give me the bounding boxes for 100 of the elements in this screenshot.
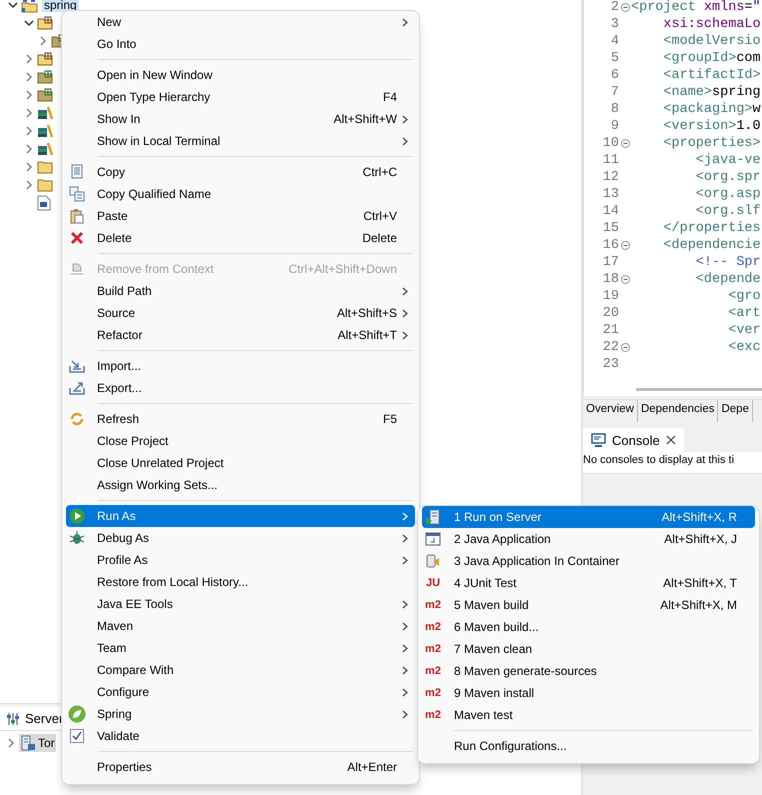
expand-chevron-icon[interactable] <box>24 162 34 172</box>
menu-item[interactable]: Delete Delete <box>66 227 415 249</box>
menu-item[interactable]: Properties Alt+Enter <box>66 756 415 778</box>
menu-item[interactable]: Show in Local Terminal <box>66 130 415 152</box>
expand-chevron-icon[interactable] <box>6 738 16 748</box>
fold-toggle-icon[interactable] <box>620 343 630 352</box>
library-books-icon <box>37 124 53 138</box>
editor-tab[interactable]: Overview <box>583 400 638 422</box>
code-line: <project xmlns=" <box>631 0 761 15</box>
expand-chevron-icon[interactable] <box>24 126 34 136</box>
menu-item[interactable]: Import... <box>66 355 415 377</box>
tree-item[interactable]: spring <box>42 0 79 12</box>
menu-item[interactable]: m2 9 Maven install <box>422 682 755 704</box>
menu-item[interactable]: New <box>66 11 415 33</box>
package-folder-icon <box>37 52 53 66</box>
code-line: <java-ve <box>694 153 761 168</box>
line-number: 13 <box>602 187 619 202</box>
menu-item[interactable]: Copy Qualified Name <box>66 183 415 205</box>
project-folder-icon <box>21 0 39 13</box>
menu-item[interactable]: Export... <box>66 377 415 399</box>
menu-item[interactable]: Run Configurations... <box>422 735 755 757</box>
menu-item[interactable]: Java EE Tools <box>66 593 415 615</box>
menu-item[interactable]: 3 Java Application In Container <box>422 550 755 572</box>
container-icon <box>425 553 441 569</box>
menu-item[interactable]: Go Into <box>66 33 415 55</box>
server-icon <box>20 735 36 751</box>
window-icon <box>425 531 441 547</box>
line-number: 20 <box>602 306 619 321</box>
line-number: 15 <box>602 221 619 236</box>
line-number: 7 <box>610 85 619 100</box>
collapse-chevron-icon[interactable] <box>8 0 18 10</box>
console-tab[interactable]: Console <box>583 428 684 452</box>
delete-icon <box>70 231 84 245</box>
menu-item[interactable]: Profile As <box>66 549 415 571</box>
menu-item[interactable]: Close Unrelated Project <box>66 452 415 474</box>
expand-chevron-icon[interactable] <box>24 90 34 100</box>
code-line: <version>1.0 <box>662 119 761 134</box>
server-item[interactable]: Tor <box>19 734 56 752</box>
menu-item[interactable]: Close Project <box>66 430 415 452</box>
menu-item[interactable]: Assign Working Sets... <box>66 474 415 496</box>
line-number: 5 <box>610 51 619 66</box>
line-number: 10 <box>602 136 619 151</box>
line-number: 19 <box>602 289 619 304</box>
menu-item[interactable]: Open Type Hierarchy F4 <box>66 86 415 108</box>
menu-item[interactable]: Refactor Alt+Shift+T <box>66 324 415 346</box>
code-line: <artifactId> <box>662 68 761 83</box>
code-line: <gro <box>727 289 761 304</box>
menu-item[interactable]: Open in New Window <box>66 64 415 86</box>
expand-chevron-icon[interactable] <box>24 54 34 64</box>
code-line: <packaging>w <box>662 102 761 117</box>
editor-tab[interactable]: Depe <box>718 400 753 422</box>
collapse-chevron-icon[interactable] <box>24 18 34 28</box>
line-number: 4 <box>610 34 619 49</box>
menu-item[interactable]: Run As <box>66 505 415 527</box>
expand-chevron-icon[interactable] <box>24 180 34 190</box>
menu-item[interactable]: 2 Java Application Alt+Shift+X, J <box>422 528 755 550</box>
menu-item[interactable]: Maven <box>66 615 415 637</box>
folder-icon <box>37 160 53 174</box>
code-line: <groupId>com <box>662 51 761 66</box>
expand-chevron-icon[interactable] <box>24 72 34 82</box>
menu-item[interactable]: Source Alt+Shift+S <box>66 302 415 324</box>
menu-item[interactable]: JU 4 JUnit Test Alt+Shift+X, T <box>422 572 755 594</box>
clipboard-icon <box>69 208 85 224</box>
menu-item[interactable]: Debug As <box>66 527 415 549</box>
line-number: 3 <box>610 17 619 32</box>
menu-item[interactable]: m2 6 Maven build... <box>422 616 755 638</box>
package-folder-icon <box>37 70 53 84</box>
scrollbar-thumb[interactable] <box>636 388 762 391</box>
menu-item[interactable]: m2 Maven test <box>422 704 755 726</box>
menu-item[interactable]: Build Path <box>66 280 415 302</box>
line-number: 9 <box>610 119 619 134</box>
expand-chevron-icon[interactable] <box>24 144 34 154</box>
editor-tab[interactable]: Dependencies <box>638 400 718 422</box>
line-number: 6 <box>610 68 619 83</box>
code-editor[interactable] <box>583 0 762 396</box>
menu-item[interactable]: Paste Ctrl+V <box>66 205 415 227</box>
menu-item[interactable]: m2 8 Maven generate-sources <box>422 660 755 682</box>
fold-toggle-icon[interactable] <box>620 241 630 250</box>
menu-item[interactable]: Refresh F5 <box>66 408 415 430</box>
code-line: <ver <box>727 323 761 338</box>
refresh-icon <box>69 411 85 427</box>
menu-item[interactable]: Copy Ctrl+C <box>66 161 415 183</box>
menu-item[interactable]: Restore from Local History... <box>66 571 415 593</box>
menu-item[interactable]: Compare With <box>66 659 415 681</box>
menu-item[interactable]: Show In Alt+Shift+W <box>66 108 415 130</box>
close-icon[interactable] <box>666 435 676 445</box>
fold-toggle-icon[interactable] <box>620 139 630 148</box>
menu-item[interactable]: Team <box>66 637 415 659</box>
remove-icon <box>69 262 85 276</box>
fold-toggle-icon[interactable] <box>620 275 630 284</box>
menu-item[interactable]: Configure <box>66 681 415 703</box>
code-line: </properties <box>662 221 761 236</box>
menu-item[interactable]: m2 7 Maven clean <box>422 638 755 660</box>
expand-chevron-icon[interactable] <box>24 108 34 118</box>
menu-item[interactable]: m2 5 Maven build Alt+Shift+X, M <box>422 594 755 616</box>
library-books-icon <box>37 142 53 156</box>
export-icon <box>69 381 85 395</box>
expand-chevron-icon[interactable] <box>38 36 48 46</box>
menu-item[interactable]: 1 Run on Server Alt+Shift+X, R <box>422 506 755 528</box>
fold-toggle-icon[interactable] <box>620 3 630 12</box>
